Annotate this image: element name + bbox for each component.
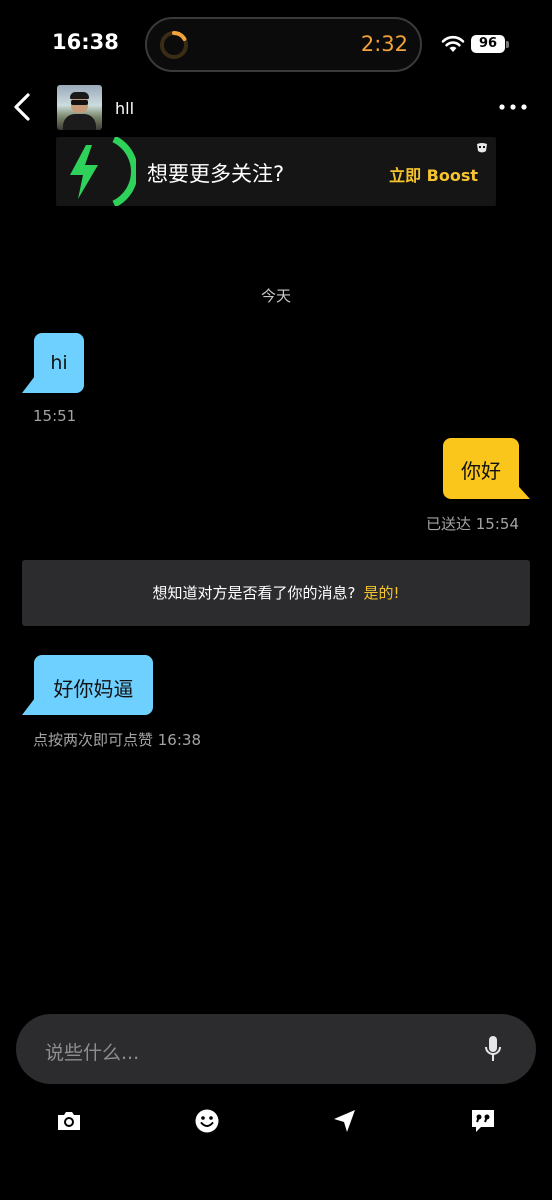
message-input[interactable]: 说些什么...: [16, 1014, 536, 1084]
status-time: 16:38: [52, 30, 119, 54]
chat-screen: 16:38 2:32 96 hll 想要更多关注? 立即 Boost 今天 hi…: [0, 0, 552, 1200]
message-timestamp: 15:51: [33, 407, 77, 425]
bolt-icon: [70, 137, 136, 206]
more-icon[interactable]: [498, 97, 528, 117]
read-receipt-prompt[interactable]: 想知道对方是否看了你的消息? 是的!: [22, 560, 530, 626]
message-bubble[interactable]: 你好: [443, 438, 519, 499]
delivery-status: 已送达 15:54: [426, 515, 519, 533]
message-bubble[interactable]: 好你妈逼: [34, 655, 153, 715]
avatar[interactable]: [57, 85, 102, 130]
message-bubble[interactable]: hi: [34, 333, 84, 393]
boost-text: 想要更多关注?: [147, 162, 285, 186]
wifi-icon: [441, 35, 465, 52]
message-input-placeholder: 说些什么...: [45, 1042, 140, 1064]
battery-indicator: 96: [471, 35, 505, 53]
location-arrow-icon[interactable]: [331, 1107, 359, 1135]
quote-bubble-icon[interactable]: [469, 1107, 497, 1135]
contact-name[interactable]: hll: [115, 99, 134, 118]
mic-icon[interactable]: [484, 1035, 502, 1063]
message-text: hi: [50, 352, 68, 374]
message-text: 好你妈逼: [53, 677, 134, 701]
dynamic-island[interactable]: 2:32: [145, 17, 422, 72]
message-text: 你好: [461, 459, 501, 483]
camera-icon[interactable]: [55, 1107, 83, 1135]
live-activity-timer: 2:32: [360, 32, 408, 56]
date-separator: 今天: [260, 287, 291, 305]
mask-icon: [477, 143, 487, 153]
message-timestamp: 点按两次即可点赞 16:38: [33, 731, 201, 749]
read-receipt-text: 想知道对方是否看了你的消息?: [152, 584, 356, 602]
smiley-icon[interactable]: [193, 1107, 221, 1135]
boost-cta-button[interactable]: 立即 Boost: [389, 162, 478, 186]
read-receipt-cta[interactable]: 是的!: [363, 584, 399, 602]
battery-tip: [506, 41, 509, 48]
back-icon[interactable]: [10, 92, 34, 122]
timer-icon: [160, 30, 188, 59]
boost-banner[interactable]: 想要更多关注? 立即 Boost: [56, 137, 496, 206]
